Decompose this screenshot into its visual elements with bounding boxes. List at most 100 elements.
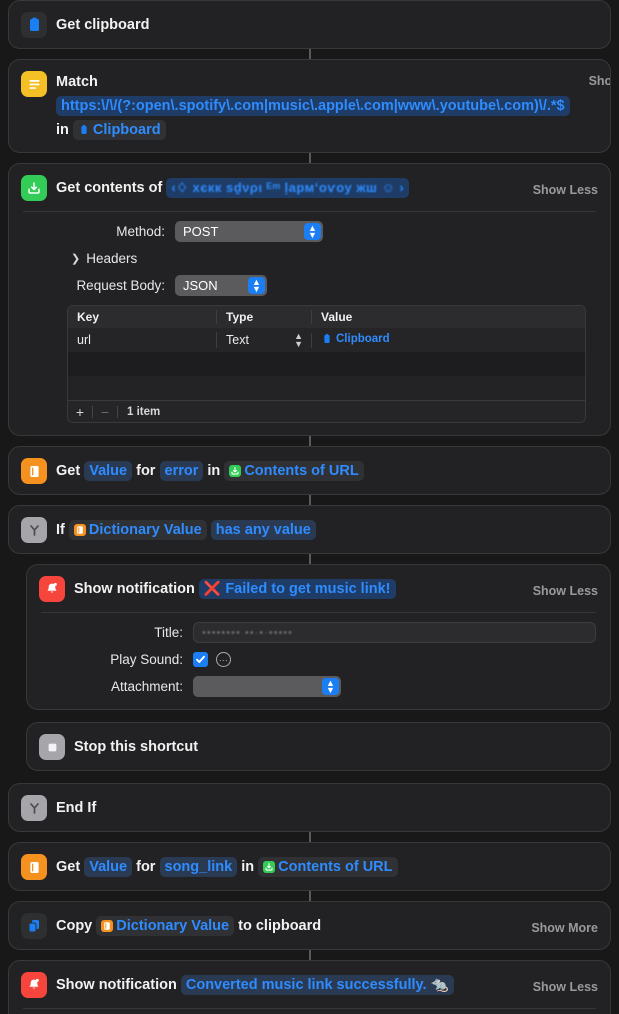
- notification-message-token[interactable]: ❌ Failed to get music link!: [198, 579, 396, 599]
- action-card-copy-to-clipboard[interactable]: Copy Dictionary Value to clipboard Show …: [8, 901, 611, 950]
- remove-row-button[interactable]: −: [93, 404, 117, 420]
- connector-line: [308, 436, 311, 446]
- show-less-toggle-get-contents[interactable]: Show Less: [533, 183, 598, 197]
- rat-emoji-icon: 🐀: [430, 976, 449, 993]
- contents-of-url-chip-icon: [263, 860, 276, 873]
- request-body-table[interactable]: Key Type Value url Text ▲ ▼ Clipboard + …: [67, 305, 586, 423]
- play-sound-label: Play Sound:: [110, 652, 183, 667]
- method-value: POST: [183, 224, 219, 239]
- bell-icon: [21, 972, 47, 998]
- action-card-match[interactable]: Match https:\/\/(?:open\.spotify\.com|mu…: [8, 59, 611, 153]
- cell-type-label: Text: [226, 333, 249, 347]
- connector-line: [308, 554, 311, 564]
- clipboard-chip-icon: [321, 333, 333, 345]
- action-verb-match: Match: [56, 74, 98, 90]
- title-label: Title:: [154, 625, 183, 640]
- get-key-token[interactable]: error: [159, 460, 204, 481]
- stop-icon: [39, 734, 65, 760]
- action-card-get-clipboard[interactable]: Get clipboard: [8, 0, 611, 49]
- table-footer: + − 1 item: [68, 400, 585, 422]
- get-source-label: Contents of URL: [278, 858, 393, 875]
- get-what-token[interactable]: Value: [84, 460, 133, 481]
- connector-line: [308, 49, 311, 59]
- copy-subject-token[interactable]: Dictionary Value: [96, 915, 235, 936]
- action-card-show-notification-error[interactable]: Show notification ❌ Failed to get music …: [26, 564, 611, 710]
- if-subject-token[interactable]: Dictionary Value: [68, 519, 207, 540]
- show-less-toggle-notify-error[interactable]: Show Less: [533, 584, 598, 598]
- add-row-button[interactable]: +: [68, 404, 92, 420]
- action-card-get-value-song-link[interactable]: Get Value for song_link in Contents of U…: [8, 842, 611, 891]
- request-body-label: Request Body:: [76, 278, 165, 293]
- divider: [117, 405, 118, 418]
- notification-message-token[interactable]: Converted music link successfully. 🐀: [180, 974, 454, 995]
- action-verb-get: Get: [56, 858, 81, 875]
- in-word: in: [241, 858, 255, 875]
- action-title-get-clipboard: Get clipboard: [56, 16, 150, 33]
- stepper-icon[interactable]: ▲ ▼: [322, 678, 339, 695]
- get-source-token[interactable]: Contents of URL: [258, 856, 398, 877]
- action-card-if[interactable]: If Dictionary Value has any value: [8, 505, 611, 554]
- table-header-row: Key Type Value: [68, 306, 585, 328]
- action-verb-copy: Copy: [56, 917, 93, 934]
- action-card-get-value-error[interactable]: Get Value for error in Contents of URL: [8, 446, 611, 495]
- cell-value[interactable]: Clipboard: [311, 332, 585, 348]
- match-source-token[interactable]: Clipboard: [72, 120, 166, 140]
- copy-tail: to clipboard: [238, 917, 322, 934]
- stepper-icon[interactable]: ▲ ▼: [248, 277, 265, 294]
- action-verb-show-notification: Show notification: [56, 976, 177, 993]
- match-in-word: in: [56, 122, 69, 138]
- action-card-show-notification-success[interactable]: Show notification Converted music link s…: [8, 960, 611, 1014]
- get-source-label: Contents of URL: [244, 462, 359, 479]
- method-label: Method:: [116, 224, 165, 239]
- action-card-get-contents-of-url[interactable]: Get contents of ‹♢ хєкк ѕḏνρι ᴱᵐ ḷармʻоѵ…: [8, 163, 611, 436]
- copy-subject-label: Dictionary Value: [116, 917, 230, 934]
- for-word: for: [136, 858, 156, 875]
- url-obscured-text: ‹♢ хєкк ѕḏνρι ᴱᵐ ḷармʻоѵоу жш ☺ ›: [171, 179, 405, 195]
- cross-mark-icon: ❌: [203, 580, 222, 596]
- dictionary-icon: [21, 458, 47, 484]
- clipboard-chip-icon: [78, 124, 90, 136]
- action-card-end-if[interactable]: End If: [8, 783, 611, 832]
- show-less-toggle-notify-success[interactable]: Show Less: [533, 980, 598, 994]
- request-body-value: JSON: [183, 278, 218, 293]
- if-condition-token[interactable]: has any value: [210, 519, 316, 540]
- action-title-end-if: End If: [56, 799, 97, 816]
- cell-key[interactable]: url: [68, 333, 216, 347]
- cell-value-label: Clipboard: [336, 332, 390, 345]
- action-verb-if: If: [56, 521, 65, 538]
- table-row-empty[interactable]: [68, 352, 585, 376]
- notification-title-input[interactable]: •••••••• ••·•·•••••: [193, 622, 596, 643]
- method-select[interactable]: POST ▲ ▼: [175, 221, 323, 242]
- match-regex-token[interactable]: https:\/\/(?:open\.spotify\.com|music\.a…: [56, 96, 570, 116]
- stepper-icon[interactable]: ▲ ▼: [304, 223, 321, 240]
- url-obscured-token[interactable]: ‹♢ хєкк ѕḏνρι ᴱᵐ ḷармʻоѵоу жш ☺ ›: [166, 177, 410, 198]
- column-header-type: Type: [216, 310, 311, 324]
- table-row-empty[interactable]: [68, 376, 585, 400]
- if-subject-label: Dictionary Value: [88, 521, 202, 538]
- stepper-icon[interactable]: ▲ ▼: [294, 332, 303, 349]
- show-more-toggle-copy[interactable]: Show More: [531, 921, 598, 935]
- connector-line: [308, 495, 311, 505]
- play-sound-checkbox[interactable]: [193, 652, 208, 667]
- notification-title-value: •••••••• ••·•·•••••: [202, 626, 293, 639]
- notification-message-text: Converted music link successfully.: [185, 976, 427, 993]
- in-word: in: [207, 462, 221, 479]
- headers-disclosure[interactable]: ❯ Headers: [71, 251, 596, 266]
- attachment-select[interactable]: ▲ ▼: [193, 676, 341, 697]
- more-options-icon[interactable]: ⋯: [216, 652, 231, 667]
- cell-value-chip[interactable]: Clipboard: [321, 332, 390, 345]
- table-row[interactable]: url Text ▲ ▼ Clipboard: [68, 328, 585, 352]
- cell-type[interactable]: Text ▲ ▼: [216, 332, 311, 349]
- request-body-select[interactable]: JSON ▲ ▼: [175, 275, 267, 296]
- dictionary-icon: [21, 854, 47, 880]
- column-header-value: Value: [311, 310, 585, 324]
- show-more-toggle-match[interactable]: Show More: [589, 74, 610, 88]
- connector-line: [308, 832, 311, 842]
- action-verb-get: Get: [56, 462, 81, 479]
- action-card-stop-shortcut[interactable]: Stop this shortcut: [26, 722, 611, 771]
- get-what-token[interactable]: Value: [84, 856, 133, 877]
- get-source-token[interactable]: Contents of URL: [224, 460, 364, 481]
- dictionary-chip-icon: [101, 919, 114, 932]
- get-key-token[interactable]: song_link: [159, 856, 238, 877]
- connector-line: [308, 891, 311, 901]
